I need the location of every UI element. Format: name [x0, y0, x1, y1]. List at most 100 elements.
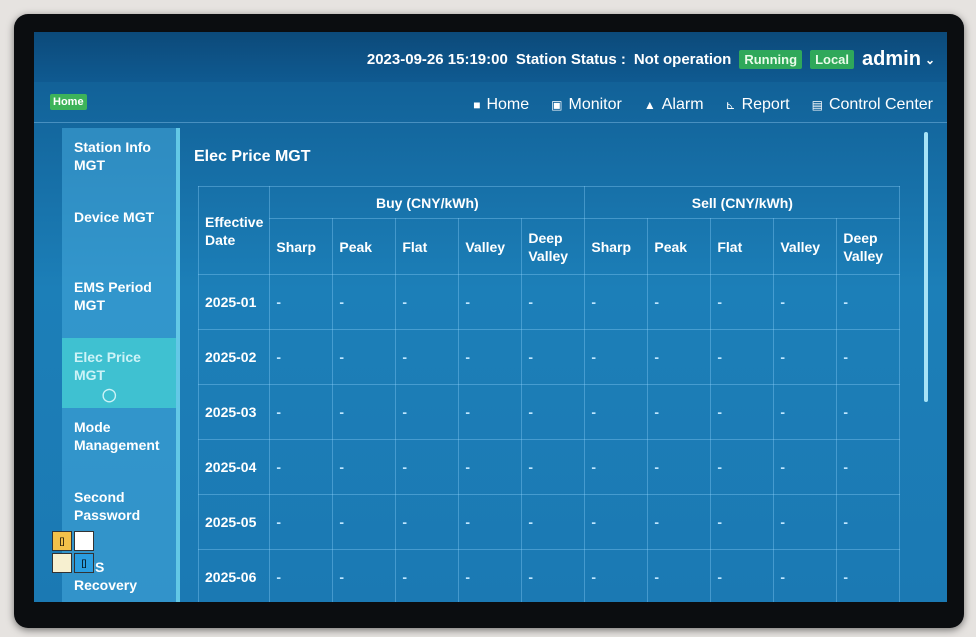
buy-price-cell[interactable]: - [332, 439, 397, 495]
sell-price-cell[interactable]: - [584, 384, 649, 440]
running-badge: Running [739, 50, 803, 69]
buy-price-cell[interactable]: - [458, 494, 523, 550]
sell-price-cell[interactable]: - [647, 274, 712, 330]
toolbar-button-4[interactable]: [] [74, 553, 94, 573]
buy-price-cell[interactable]: - [395, 384, 460, 440]
sell-price-cell[interactable]: - [710, 329, 775, 385]
sell-price-cell[interactable]: - [584, 329, 649, 385]
sell-price-cell[interactable]: - [647, 549, 712, 602]
buy-price-cell[interactable]: - [269, 549, 334, 602]
buy-price-cell[interactable]: - [269, 494, 334, 550]
buy-price-cell[interactable]: - [458, 439, 523, 495]
sell-price-cell[interactable]: - [836, 274, 901, 330]
chevron-down-icon: ⌄ [924, 52, 935, 67]
buy-price-cell[interactable]: - [521, 549, 586, 602]
toolbar-button-2[interactable] [74, 531, 94, 551]
buy-price-cell[interactable]: - [458, 329, 523, 385]
home-icon: ■ [473, 98, 481, 112]
buy-price-cell[interactable]: - [332, 274, 397, 330]
sell-price-cell[interactable]: - [584, 439, 649, 495]
sell-price-cell[interactable]: - [710, 439, 775, 495]
nav-monitor[interactable]: ▣ Monitor [551, 96, 622, 114]
col-sell-peak: Peak [647, 218, 712, 275]
nav-monitor-label: Monitor [568, 96, 622, 113]
nav-report-label: Report [741, 96, 790, 113]
buy-price-cell[interactable]: - [269, 274, 334, 330]
sell-price-cell[interactable]: - [710, 494, 775, 550]
sell-price-cell[interactable]: - [836, 439, 901, 495]
sidebar-item-elec-price[interactable]: Elec Price MGT ◯ [62, 338, 176, 408]
sell-price-cell[interactable]: - [710, 274, 775, 330]
sell-price-cell[interactable]: - [836, 384, 901, 440]
station-status-label: Station Status : [515, 51, 626, 68]
buy-price-cell[interactable]: - [521, 329, 586, 385]
buy-price-cell[interactable]: - [332, 384, 397, 440]
sidebar-item-ems-period[interactable]: EMS Period MGT [62, 268, 176, 338]
scrollbar[interactable] [924, 132, 928, 402]
sell-price-cell[interactable]: - [647, 329, 712, 385]
toolbar-button-3[interactable] [52, 553, 72, 573]
sidebar-item-label: Second Password [74, 489, 141, 523]
buy-price-cell[interactable]: - [521, 384, 586, 440]
buy-price-cell[interactable]: - [332, 494, 397, 550]
col-buy-sharp: Sharp [269, 218, 334, 275]
sell-price-cell[interactable]: - [773, 494, 838, 550]
sell-price-cell[interactable]: - [647, 494, 712, 550]
sidebar-item-mode-management[interactable]: Mode Management [62, 408, 176, 478]
row-date: 2025-01 [197, 274, 271, 330]
buy-price-cell[interactable]: - [521, 274, 586, 330]
sell-price-cell[interactable]: - [710, 549, 775, 602]
nav-control-center[interactable]: ▤ Control Center [812, 96, 933, 114]
toolbar-button-1[interactable]: [] [52, 531, 72, 551]
sell-price-cell[interactable]: - [773, 384, 838, 440]
buy-price-cell[interactable]: - [395, 439, 460, 495]
sell-price-cell[interactable]: - [584, 494, 649, 550]
col-buy-peak: Peak [332, 218, 397, 275]
sell-price-cell[interactable]: - [710, 384, 775, 440]
buy-price-cell[interactable]: - [332, 329, 397, 385]
buy-price-cell[interactable]: - [458, 549, 523, 602]
buy-price-cell[interactable]: - [458, 274, 523, 330]
sell-price-cell[interactable]: - [836, 329, 901, 385]
buy-price-cell[interactable]: - [395, 549, 460, 602]
nav-report[interactable]: ⊾ Report [726, 96, 790, 114]
buy-price-cell[interactable]: - [395, 274, 460, 330]
sell-price-cell[interactable]: - [836, 494, 901, 550]
buy-price-cell[interactable]: - [269, 384, 334, 440]
buy-price-cell[interactable]: - [332, 549, 397, 602]
buy-group-header: Buy (CNY/kWh) [269, 186, 586, 219]
user-menu[interactable]: admin ⌄ [862, 48, 935, 71]
floating-toolbar: [] [] [52, 531, 96, 575]
buy-price-cell[interactable]: - [458, 384, 523, 440]
cursor-indicator-icon: ◯ [102, 387, 117, 402]
sidebar-item-device[interactable]: Device MGT [62, 198, 176, 268]
sell-price-cell[interactable]: - [773, 329, 838, 385]
buy-price-cell[interactable]: - [395, 494, 460, 550]
sell-price-cell[interactable]: - [584, 274, 649, 330]
sell-price-cell[interactable]: - [773, 439, 838, 495]
buy-price-cell[interactable]: - [269, 439, 334, 495]
nav-home[interactable]: ■ Home [473, 96, 529, 114]
sell-price-cell[interactable]: - [773, 549, 838, 602]
sell-price-cell[interactable]: - [584, 549, 649, 602]
buy-price-cell[interactable]: - [521, 439, 586, 495]
buy-price-cell[interactable]: - [395, 329, 460, 385]
datetime: 2023-09-26 15:19:00 [366, 51, 508, 68]
buy-price-cell[interactable]: - [269, 329, 334, 385]
sidebar-item-label: Station Info MGT [74, 139, 151, 173]
sidebar-item-label: EMS Period MGT [74, 279, 152, 313]
sell-price-cell[interactable]: - [836, 549, 901, 602]
sidebar-item-station-info[interactable]: Station Info MGT [62, 128, 176, 198]
user-name: admin [862, 48, 921, 70]
buy-price-cell[interactable]: - [521, 494, 586, 550]
sell-price-cell[interactable]: - [647, 384, 712, 440]
sell-price-cell[interactable]: - [773, 274, 838, 330]
sidebar-item-label: Mode Management [74, 419, 160, 453]
home-badge[interactable]: Home [50, 94, 87, 110]
main-content: Elec Price MGT Effective Date Buy (CNY/k… [180, 142, 947, 602]
nav-alarm[interactable]: ▲ Alarm [644, 96, 704, 114]
table-row: 2025-03- - - - - - - - - - [197, 384, 901, 440]
table-row: 2025-06- - - - - - - - - - [197, 549, 901, 602]
top-status-bar: 2023-09-26 15:19:00 Station Status : Not… [34, 32, 947, 82]
sell-price-cell[interactable]: - [647, 439, 712, 495]
